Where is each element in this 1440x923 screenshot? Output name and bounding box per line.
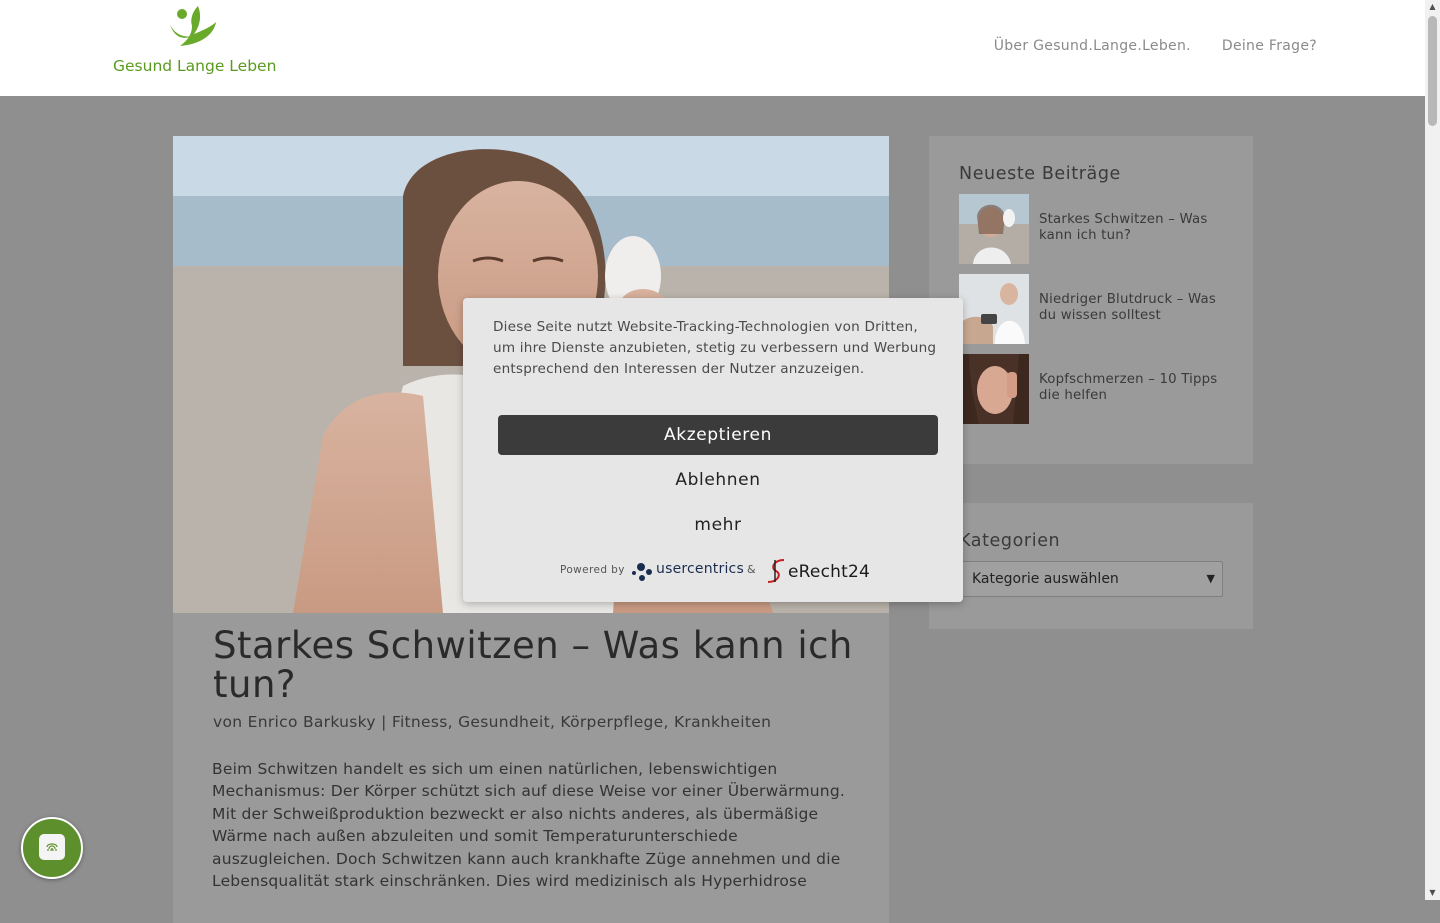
- erecht24-logo-icon[interactable]: [766, 558, 790, 584]
- scrollbar-thumb[interactable]: [1428, 16, 1437, 126]
- nav-item-question[interactable]: Deine Frage?: [1222, 38, 1317, 54]
- widget-title-categories: Kategorien: [959, 531, 1061, 551]
- consent-text: Diese Seite nutzt Website-Tracking-Techn…: [493, 319, 937, 377]
- fingerprint-icon: [46, 843, 58, 852]
- powered-by-label: Powered by: [560, 564, 625, 576]
- recent-post-thumbnail[interactable]: [959, 274, 1029, 344]
- widget-categories: Kategorien Kategorie auswählen ▼: [929, 503, 1253, 629]
- categories-select[interactable]: Kategorie auswählen ▼: [959, 561, 1223, 597]
- widget-recent-posts: Neueste Beiträge Starkes Schwitzen – Was…: [929, 136, 1253, 464]
- meta-author[interactable]: Enrico Barkusky: [248, 713, 376, 731]
- logo-text: Gesund Lange Leben: [113, 57, 277, 75]
- privacy-chat-button[interactable]: [21, 817, 83, 879]
- widget-title-recent: Neueste Beiträge: [959, 164, 1121, 184]
- chat-bubble: [39, 834, 65, 860]
- recent-post-item[interactable]: Niedriger Blutdruck – Was du wissen soll…: [959, 274, 1229, 344]
- more-button[interactable]: mehr: [498, 505, 938, 545]
- meta-prefix: von: [213, 713, 243, 731]
- article-body: Starkes Schwitzen – Was kann ich tun? vo…: [173, 613, 889, 923]
- article-meta: von Enrico Barkusky | Fitness, Gesundhei…: [213, 713, 771, 731]
- recent-post-item[interactable]: Kopfschmerzen – 10 Tipps die helfen: [959, 354, 1229, 424]
- recent-post-thumbnail[interactable]: [959, 354, 1029, 424]
- accept-button[interactable]: Akzeptieren: [498, 415, 938, 455]
- recent-post-thumbnail[interactable]: [959, 194, 1029, 264]
- recent-post-title[interactable]: Starkes Schwitzen – Was kann ich tun?: [1039, 212, 1229, 244]
- scroll-down-icon[interactable]: ▼: [1425, 886, 1440, 900]
- recent-post-item[interactable]: Starkes Schwitzen – Was kann ich tun?: [959, 194, 1229, 264]
- logo-figure-icon: [170, 6, 216, 46]
- categories-select-value: Kategorie auswählen: [972, 571, 1119, 587]
- scroll-up-icon[interactable]: ▲: [1425, 0, 1440, 14]
- nav-item-about[interactable]: Über Gesund.Lange.Leben.: [994, 38, 1191, 54]
- usercentrics-label[interactable]: usercentrics: [656, 561, 744, 577]
- decline-button[interactable]: Ablehnen: [498, 460, 938, 500]
- main-nav: Über Gesund.Lange.Leben. Deine Frage?: [994, 38, 1317, 54]
- meta-separator: |: [381, 713, 387, 731]
- meta-categories[interactable]: Fitness, Gesundheit, Körperpflege, Krank…: [392, 713, 771, 731]
- recent-post-title[interactable]: Niedriger Blutdruck – Was du wissen soll…: [1039, 292, 1229, 324]
- page-scrollbar[interactable]: ▲ ▼: [1425, 0, 1440, 900]
- chevron-down-icon: ▼: [1206, 572, 1215, 585]
- article-title[interactable]: Starkes Schwitzen – Was kann ich tun?: [213, 626, 853, 704]
- ampersand: &: [747, 563, 756, 576]
- cookie-consent-dialog: Diese Seite nutzt Website-Tracking-Techn…: [463, 298, 963, 602]
- erecht24-label[interactable]: eRecht24: [788, 562, 870, 582]
- usercentrics-logo-icon[interactable]: [630, 559, 656, 583]
- recent-post-title[interactable]: Kopfschmerzen – 10 Tipps die helfen: [1039, 372, 1229, 404]
- site-logo[interactable]: Gesund Lange Leben: [113, 4, 278, 78]
- powered-by-bar: Powered by usercentrics & eRecht24: [560, 558, 870, 588]
- article-excerpt: Beim Schwitzen handelt es sich um einen …: [212, 760, 845, 891]
- site-header: Gesund Lange Leben Über Gesund.Lange.Leb…: [0, 0, 1425, 96]
